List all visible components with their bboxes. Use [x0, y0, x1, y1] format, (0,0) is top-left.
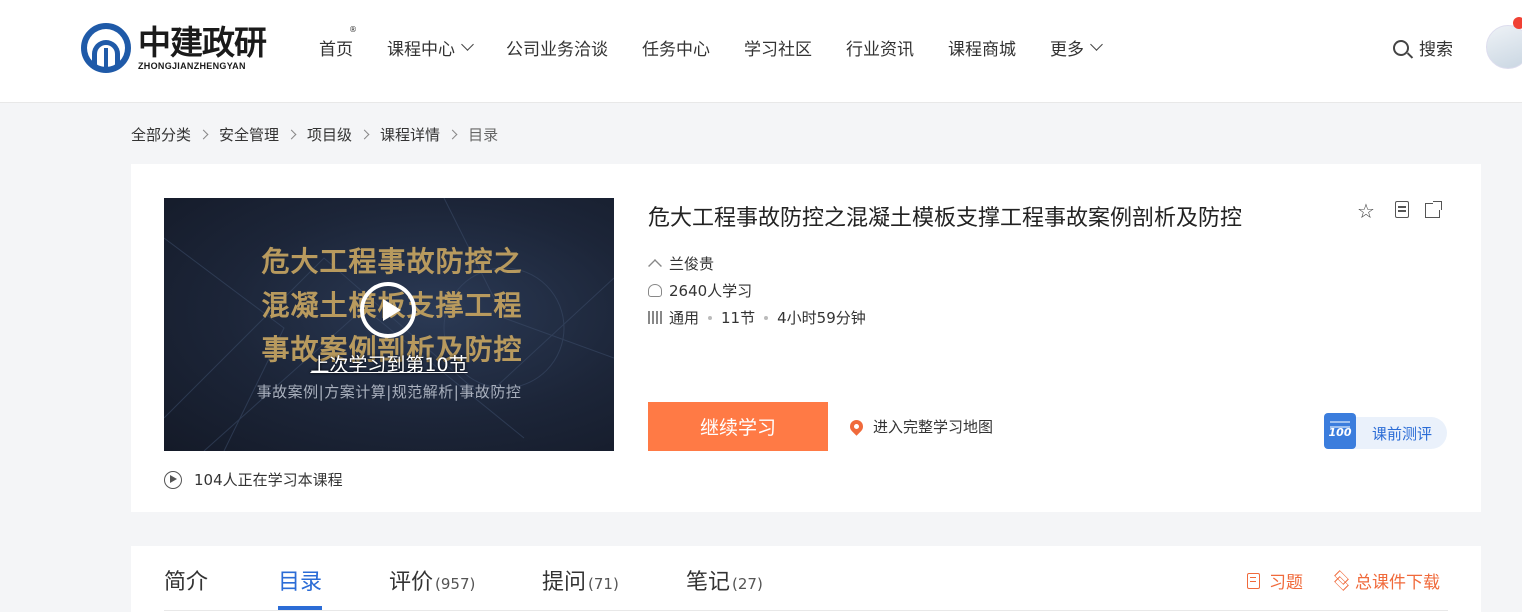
breadcrumb-safety[interactable]: 安全管理	[219, 124, 279, 145]
search-button[interactable]: 搜索	[1393, 35, 1453, 60]
books-icon	[648, 311, 662, 324]
cover-subtitle: 事故案例|方案计算|规范解析|事故防控	[256, 383, 522, 401]
chevron-right-icon	[198, 129, 209, 140]
section-count: 11节	[721, 309, 756, 327]
test-paper-icon: 100	[1324, 413, 1356, 449]
tab-questions[interactable]: 提问 (71)	[542, 564, 619, 596]
course-duration: 4小时59分钟	[777, 309, 866, 327]
chevron-right-icon	[286, 129, 297, 140]
live-learners: 104人正在学习本课程	[164, 469, 343, 490]
nav-item-news[interactable]: 行业资讯	[846, 35, 914, 60]
courseware-download-button[interactable]: 总课件下载	[1333, 568, 1440, 593]
user-icon	[648, 284, 662, 297]
chevron-right-icon	[359, 129, 370, 140]
chevron-down-icon	[461, 38, 474, 51]
exercises-button[interactable]: 习题	[1247, 568, 1303, 593]
pretest-button[interactable]: 100 课前测评	[1324, 413, 1447, 449]
course-meta: 兰俊贵 2640人学习 通用 11节 4小时59分钟	[648, 250, 866, 331]
breadcrumb-detail[interactable]: 课程详情	[380, 124, 440, 145]
teacher-name[interactable]: 兰俊贵	[669, 253, 714, 274]
search-icon	[1393, 39, 1409, 56]
logo-emblem-icon	[81, 23, 131, 73]
last-study-link[interactable]: 上次学习到第10节	[164, 350, 614, 377]
continue-learning-button[interactable]: 继续学习	[648, 402, 828, 451]
notification-dot	[1513, 17, 1522, 29]
document-icon	[1247, 572, 1260, 589]
site-logo[interactable]: 中建政研 ZHONGJIANZHENGYAN ®	[81, 22, 357, 74]
note-icon[interactable]	[1395, 201, 1409, 218]
course-cover-video[interactable]: 危大工程事故防控之 混凝土模板支撑工程 事故案例剖析及防控 事故案例|方案计算|…	[164, 198, 614, 451]
tab-intro[interactable]: 简介	[164, 564, 208, 596]
tab-divider	[164, 610, 1448, 611]
logo-text-en: ZHONGJIANZHENGYAN	[138, 60, 246, 71]
breadcrumb-current: 目录	[468, 126, 499, 144]
tab-notes[interactable]: 笔记 (27)	[686, 564, 763, 596]
breadcrumb-all[interactable]: 全部分类	[131, 124, 191, 145]
nav-item-mall[interactable]: 课程商城	[948, 35, 1016, 60]
chevron-right-icon	[447, 129, 458, 140]
teacher-cap-icon	[648, 258, 662, 273]
learning-map-link[interactable]: 进入完整学习地图	[847, 416, 993, 437]
logo-text-cn: 中建政研	[138, 22, 267, 62]
nav-item-more[interactable]: 更多	[1050, 35, 1103, 60]
learner-count: 2640人学习	[669, 282, 753, 300]
course-category: 通用	[669, 309, 700, 327]
layers-icon	[1333, 573, 1349, 589]
nav-item-business[interactable]: 公司业务洽谈	[506, 35, 608, 60]
tab-catalog[interactable]: 目录	[278, 564, 322, 596]
nav-item-home[interactable]: 首页	[319, 35, 353, 60]
nav-item-community[interactable]: 学习社区	[744, 35, 812, 60]
breadcrumb-project[interactable]: 项目级	[307, 124, 352, 145]
nav-item-course-center[interactable]: 课程中心	[387, 35, 474, 60]
share-icon[interactable]	[1425, 201, 1442, 218]
main-nav: 首页 课程中心 公司业务洽谈 任务中心 学习社区 行业资讯 课程商城 更多	[319, 33, 1135, 61]
course-title: 危大工程事故防控之混凝土模板支撑工程事故案例剖析及防控	[648, 206, 1243, 231]
nav-item-task-center[interactable]: 任务中心	[642, 35, 710, 60]
user-avatar[interactable]	[1486, 25, 1522, 69]
course-card: 危大工程事故防控之 混凝土模板支撑工程 事故案例剖析及防控 事故案例|方案计算|…	[131, 164, 1481, 512]
course-tools: ☆	[1356, 201, 1456, 221]
map-pin-icon	[847, 417, 866, 436]
favorite-star-icon[interactable]: ☆	[1356, 201, 1376, 221]
play-icon[interactable]	[360, 282, 416, 338]
breadcrumb: 全部分类 安全管理 项目级 课程详情 目录	[131, 124, 498, 145]
search-label: 搜索	[1419, 40, 1453, 60]
tab-reviews[interactable]: 评价 (957)	[389, 564, 475, 596]
top-header: 中建政研 ZHONGJIANZHENGYAN ® 首页 课程中心 公司业务洽谈 …	[0, 0, 1522, 103]
live-play-icon	[164, 470, 182, 489]
course-tabs: 简介 目录 评价 (957) 提问 (71) 笔记 (27) 习题 总课件下载	[131, 546, 1481, 612]
chevron-down-icon	[1090, 38, 1103, 51]
